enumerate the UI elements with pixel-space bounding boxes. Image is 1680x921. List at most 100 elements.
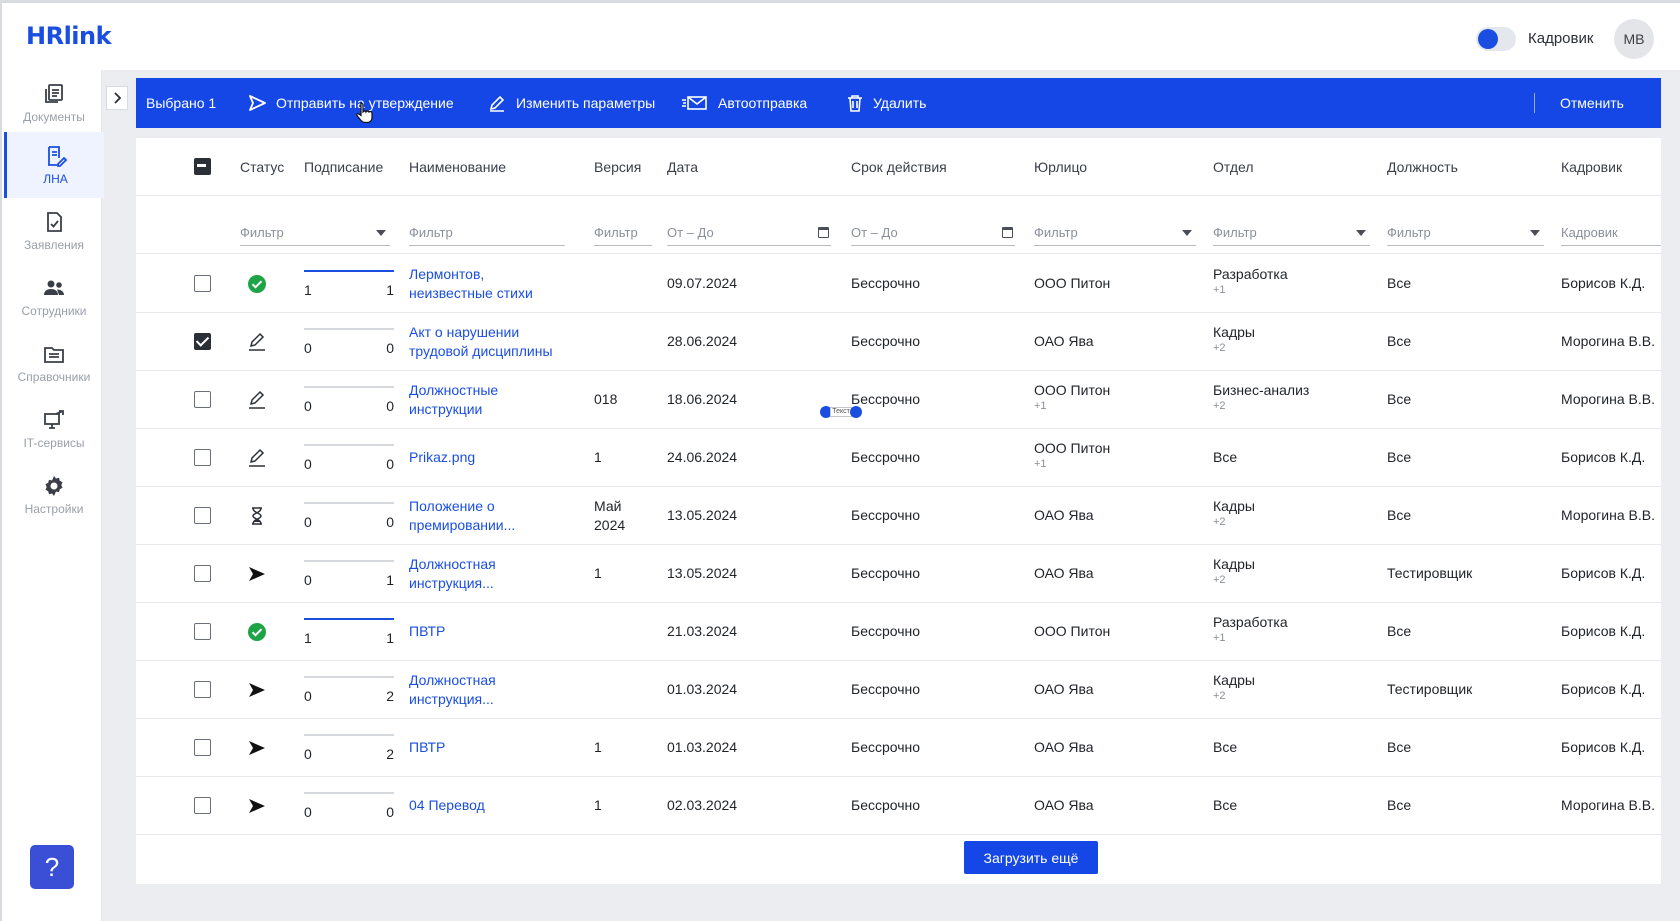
signing-progress-bar [304,618,394,620]
department-cell: Кадры +2 [1213,323,1255,355]
select-all-checkbox[interactable] [194,158,211,175]
auto-send-mail-icon [682,96,707,110]
column-header-validity[interactable]: Срок действия [851,159,947,175]
signed-count: 0 [304,340,312,356]
row-checkbox[interactable] [194,739,211,756]
send-for-approval-button[interactable]: Отправить на утверждение [248,78,454,128]
version-filter-input[interactable]: Фильтр [594,222,652,246]
entity-cell: ООО Питон +1 [1034,439,1110,471]
column-header-name[interactable]: Наименование [409,159,506,175]
row-checkbox[interactable] [194,275,211,292]
table-row[interactable]: 1 1 ПВТР 21.03.2024 Бессрочно ООО Питон Разраб… [136,603,1661,661]
table-row[interactable]: 0 0 Prikaz.png 1 24.06.2024 Бессрочно ООО Пито… [136,429,1661,487]
position-filter[interactable]: Фильтр [1387,222,1544,246]
column-header-entity[interactable]: Юрлицо [1034,159,1087,175]
cancel-selection-button[interactable]: Отменить [1560,78,1624,128]
sent-arrow-icon [249,567,265,581]
row-checkbox[interactable] [194,681,211,698]
table-row[interactable]: 0 1 Должностная инструкция... 1 13.05.2024 Бе… [136,545,1661,603]
table-row[interactable]: 0 0 Акт о нарушении трудовой дисциплины 28.… [136,313,1661,371]
version-cell: 1 [594,449,602,465]
role-toggle[interactable] [1476,27,1516,51]
total-signers: 0 [386,804,394,820]
entity-filter[interactable]: Фильтр [1034,222,1196,246]
auto-send-button[interactable]: Автоотправка [682,78,807,128]
column-header-department[interactable]: Отдел [1213,159,1254,175]
gear-icon [45,476,63,496]
table-row[interactable]: 0 2 Должностная инструкция... 01.03.2024 Бес… [136,661,1661,719]
document-name-link[interactable]: Акт о нарушении трудовой дисциплины [409,323,569,361]
row-checkbox[interactable] [194,391,211,408]
sidebar-item-applications[interactable]: Заявления [4,198,104,264]
status-indicator [246,389,268,411]
column-header-signing[interactable]: Подписание [304,159,383,175]
department-cell: Бизнес-анализ +2 [1213,381,1309,413]
draft-pencil-icon [249,390,265,409]
validity-range-filter[interactable]: От – До [851,222,1015,246]
row-checkbox[interactable] [194,449,211,466]
table-row[interactable]: 1 1 Лермонтов, неизвестные стихи 09.07.2024… [136,255,1661,313]
total-signers: 0 [386,456,394,472]
entity-cell: ОАО Ява [1034,796,1094,815]
hr-filter-input[interactable]: Кадровик [1561,222,1661,246]
row-checkbox[interactable] [194,507,211,524]
document-name-link[interactable]: Prikaz.png [409,448,569,467]
status-indicator [246,621,268,643]
document-name-link[interactable]: Лермонтов, неизвестные стихи [409,265,569,303]
table-row[interactable]: 0 2 ПВТР 1 01.03.2024 Бессрочно ОАО Ява Все Все Б… [136,719,1661,777]
sidebar-item-lna[interactable]: ЛНА [4,132,104,198]
edit-parameters-button[interactable]: Изменить параметры [488,78,655,128]
delete-button[interactable]: Удалить [847,78,926,128]
document-name-link[interactable]: Должностные инструкции [409,381,569,419]
department-filter[interactable]: Фильтр [1213,222,1370,246]
table-row[interactable]: 0 0 Положение о премировании... Май 2024 13.… [136,487,1661,545]
department-cell: Кадры +2 [1213,555,1255,587]
load-more-button[interactable]: Загрузить ещё [964,841,1098,874]
document-name-link[interactable]: ПВТР [409,738,569,757]
validity-cell: Бессрочно [851,797,921,813]
sidebar-item-documents[interactable]: Документы [4,70,104,136]
sidebar-item-settings[interactable]: Настройки [4,462,104,528]
column-header-hr[interactable]: Кадровик [1561,159,1622,175]
sidebar-expand-button[interactable] [106,86,128,110]
row-checkbox[interactable] [194,565,211,582]
column-header-position[interactable]: Должность [1387,159,1458,175]
position-cell: Все [1387,333,1412,349]
sidebar-item-employees[interactable]: Сотрудники [4,264,104,330]
sidebar-item-label: ЛНА [43,172,68,186]
column-header-status[interactable]: Статус [240,159,284,175]
document-name-link[interactable]: ПВТР [409,622,569,641]
help-button[interactable]: ? [30,845,74,889]
user-avatar[interactable]: МВ [1614,19,1654,59]
status-filter[interactable]: Фильтр [240,222,390,246]
document-name-link[interactable]: Должностная инструкция... [409,671,569,709]
name-filter-input[interactable]: Фильтр [409,222,565,246]
document-name-link[interactable]: 04 Перевод [409,796,569,815]
row-checkbox[interactable] [194,623,211,640]
row-checkbox[interactable] [194,797,211,814]
handle-dot-right[interactable] [850,406,862,418]
validity-cell: Бессрочно [851,681,921,697]
date-range-filter[interactable]: От – До [667,222,831,246]
sidebar-item-label: Настройки [24,502,84,516]
signing-progress: 02 [304,673,394,707]
document-name-link[interactable]: Положение о премировании... [409,497,569,535]
text-annotation-handle[interactable]: Текст [820,405,862,419]
hr-cell: Морогина В.В. [1561,507,1655,523]
status-indicator [246,563,268,585]
row-checkbox[interactable] [194,333,211,350]
hr-cell: Борисов К.Д. [1561,275,1646,291]
document-name-link[interactable]: Должностная инструкция... [409,555,569,593]
hrlink-logo[interactable]: HRlink [26,22,112,50]
sidebar-item-directories[interactable]: Справочники [4,330,104,396]
sidebar-item-it-services[interactable]: IT-сервисы [4,396,104,462]
column-header-date[interactable]: Дата [667,159,698,175]
department-cell: Разработка +1 [1213,613,1288,645]
directories-icon [44,347,64,363]
department-name: Разработка [1213,614,1288,630]
hr-cell: Морогина В.В. [1561,797,1655,813]
signing-progress: 11 [304,267,394,301]
table-row[interactable]: 0 0 04 Перевод 1 02.03.2024 Бессрочно ОАО Ява В… [136,777,1661,835]
table-row[interactable]: 0 0 Должностные инструкции 018 18.06.2024 Бес… [136,371,1661,429]
column-header-version[interactable]: Версия [594,159,641,175]
